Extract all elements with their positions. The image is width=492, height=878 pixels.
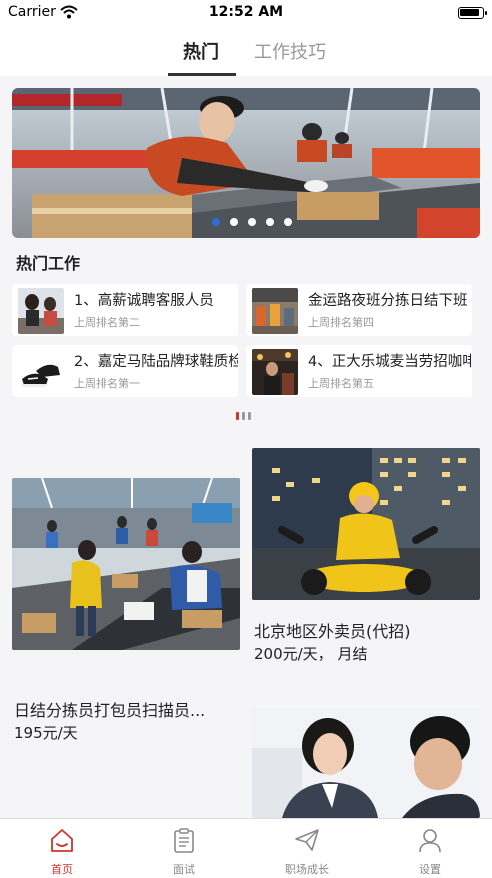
tab-indicator <box>168 73 236 76</box>
feed-title[interactable]: 北京地区外卖员(代招) <box>254 618 480 642</box>
tab-hot[interactable]: 热门 <box>183 38 219 64</box>
job-rank: 上周排名第二 <box>74 316 140 329</box>
pager-indicator <box>248 412 251 420</box>
user-icon <box>419 829 441 853</box>
job-card[interactable]: 4、正大乐城麦当劳招咖啡 上周排名第五 <box>246 345 472 397</box>
banner-carousel[interactable] <box>12 88 480 238</box>
job-title: 2、嘉定马陆品牌球鞋质检 <box>74 354 238 370</box>
feed-title[interactable]: 日结分拣员打包员扫描员... <box>14 697 240 721</box>
nav-label: 职场成长 <box>285 863 329 876</box>
nav-home[interactable]: 首页 <box>27 819 97 878</box>
job-title: 金运路夜班分拣日结下班 <box>308 293 468 309</box>
banner-dot[interactable] <box>230 218 238 226</box>
section-title-hot-jobs: 热门工作 <box>16 254 81 273</box>
status-time: 12:52 AM <box>208 4 284 20</box>
banner-dot[interactable] <box>212 218 220 226</box>
banner-image <box>12 88 480 238</box>
pager-indicator <box>236 412 239 420</box>
job-title: 1、高薪诚聘客服人员 <box>74 293 214 309</box>
paper-plane-icon <box>295 829 319 851</box>
nav-label: 面试 <box>173 863 195 876</box>
banner-dot[interactable] <box>266 218 274 226</box>
banner-dot[interactable] <box>284 218 292 226</box>
feed-price: 200元/天， 月结 <box>254 645 368 663</box>
pager-indicator <box>242 412 245 420</box>
feed-image-sorting[interactable] <box>12 478 240 650</box>
job-rank: 上周排名第四 <box>308 316 374 329</box>
job-thumbnail <box>18 349 64 395</box>
feed-price: 195元/天 <box>14 724 78 742</box>
top-tabs: 热门 工作技巧 <box>0 28 492 76</box>
job-rank: 上周排名第五 <box>308 377 374 390</box>
battery-icon <box>458 7 487 19</box>
job-title: 4、正大乐城麦当劳招咖啡 <box>308 354 472 370</box>
feed-image-office[interactable] <box>252 708 480 818</box>
job-rank: 上周排名第一 <box>74 377 140 390</box>
nav-interview[interactable]: 面试 <box>149 819 219 878</box>
nav-career-growth[interactable]: 职场成长 <box>272 819 342 878</box>
nav-label: 设置 <box>419 863 441 876</box>
banner-dot[interactable] <box>248 218 256 226</box>
job-thumbnail <box>252 288 298 334</box>
job-card[interactable]: 2、嘉定马陆品牌球鞋质检 上周排名第一 <box>12 345 238 397</box>
hot-jobs-pager <box>236 412 251 420</box>
battery-fill <box>460 9 479 16</box>
banner-dots <box>212 218 292 226</box>
status-bar: Carrier 12:52 AM <box>0 0 492 28</box>
clipboard-icon <box>174 828 194 853</box>
bottom-nav: 首页 面试 职场成长 设置 <box>0 818 492 878</box>
job-thumbnail <box>18 288 64 334</box>
job-thumbnail <box>252 349 298 395</box>
job-card[interactable]: 金运路夜班分拣日结下班 上周排名第四 <box>246 284 472 336</box>
tab-work-tips[interactable]: 工作技巧 <box>254 38 326 64</box>
nav-label: 首页 <box>51 863 73 876</box>
home-icon <box>51 829 73 852</box>
nav-settings[interactable]: 设置 <box>395 819 465 878</box>
job-card[interactable]: 1、高薪诚聘客服人员 上周排名第二 <box>12 284 238 336</box>
feed-image-delivery[interactable] <box>252 448 480 600</box>
